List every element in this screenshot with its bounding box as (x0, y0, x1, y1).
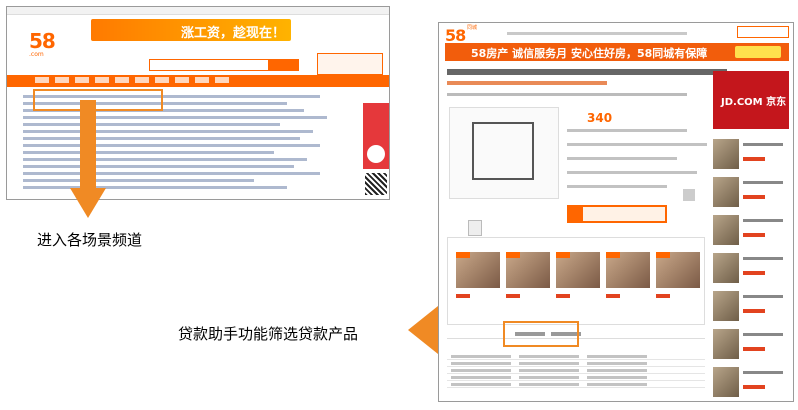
banner-text: 58房产 诚信服务月 安心住好房，58同城有保障 (471, 47, 708, 60)
price: 340 (587, 111, 613, 125)
similar-price (506, 294, 520, 298)
list-item[interactable] (713, 139, 789, 173)
post-button[interactable] (737, 26, 789, 38)
listing-screenshot: 58 同城 58房产 诚信服务月 安心住好房，58同城有保障 340 JD.CO… (438, 22, 794, 402)
floor-plan-photo[interactable] (449, 107, 559, 236)
logo-number: 58 (29, 29, 56, 53)
nav-item[interactable] (55, 77, 69, 83)
label-enter-scene-channel: 进入各场景频道 (37, 231, 143, 249)
nav-item[interactable] (115, 77, 129, 83)
highlight-box-loan (503, 321, 579, 347)
homepage-screenshot: 58 .com 涨工资，趁现在！ (6, 6, 390, 200)
info-row (567, 129, 687, 132)
promo-banner: 58房产 诚信服务月 安心住好房，58同城有保障 (445, 43, 789, 61)
tag (506, 252, 520, 258)
nav-item[interactable] (195, 77, 209, 83)
qr-code (365, 173, 387, 195)
list-item[interactable] (713, 367, 789, 401)
nav-item[interactable] (215, 77, 229, 83)
similar-price (656, 294, 670, 298)
tag (556, 252, 570, 258)
nav-item[interactable] (155, 77, 169, 83)
nav-item[interactable] (35, 77, 49, 83)
list-item[interactable] (713, 215, 789, 249)
jd-ad-text: JD.COM 京东 (721, 97, 787, 108)
banner-text: 涨工资，趁现在！ (181, 26, 286, 41)
listing-title (447, 69, 727, 75)
info-row (567, 185, 667, 188)
list-item[interactable] (713, 177, 789, 211)
list-item[interactable] (713, 329, 789, 363)
side-ad-badge (367, 145, 385, 163)
jd-ad[interactable]: JD.COM 京东 (713, 71, 789, 129)
similar-price (456, 294, 470, 298)
info-row (567, 143, 707, 146)
promo-badge (317, 53, 383, 75)
top-banner: 涨工资，趁现在！ (91, 19, 291, 41)
floor-plan (472, 122, 534, 180)
list-item[interactable] (713, 291, 789, 325)
search-input[interactable] (149, 59, 269, 71)
tag (606, 252, 620, 258)
search-button[interactable] (269, 59, 299, 71)
nav-item[interactable] (135, 77, 149, 83)
nav-item[interactable] (175, 77, 189, 83)
tag (456, 252, 470, 258)
info-row (567, 171, 697, 174)
logo-58: 58 .com (17, 21, 63, 58)
main-nav (7, 75, 389, 87)
breadcrumb (507, 32, 687, 35)
info-table (447, 353, 705, 401)
logo-domain: .com (29, 51, 44, 58)
label-loan-assistant: 贷款助手功能筛选贷款产品 (178, 325, 359, 343)
list-item[interactable] (713, 253, 789, 287)
top-bar (7, 7, 389, 15)
logo-subtitle: 同城 (467, 25, 478, 31)
down-arrow-icon (70, 100, 106, 218)
info-row (567, 157, 677, 160)
listing-subtitle (447, 81, 607, 85)
agent-avatar (683, 189, 695, 201)
similar-listings (447, 237, 705, 325)
similar-price (556, 294, 570, 298)
similar-price (606, 294, 620, 298)
listing-meta (447, 93, 687, 96)
tag (656, 252, 670, 258)
banner-cta-button[interactable] (735, 46, 781, 58)
phone-number (569, 207, 665, 221)
canvas: 58 .com 涨工资，趁现在！ 进入各场景频道 贷款助手功能筛选贷款产品 58… (0, 0, 798, 410)
nav-item[interactable] (95, 77, 109, 83)
recommended-list (713, 139, 789, 401)
thumbnail[interactable] (468, 220, 482, 236)
nav-item[interactable] (75, 77, 89, 83)
